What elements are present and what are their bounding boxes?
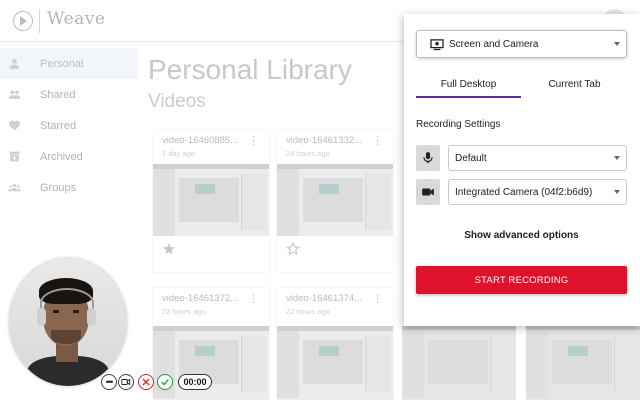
sidebar-item-archived[interactable]: Archived bbox=[0, 141, 138, 172]
video-date: 24 hours ago bbox=[286, 149, 330, 158]
cancel-icon[interactable] bbox=[138, 374, 154, 390]
video-thumbnail[interactable] bbox=[153, 164, 269, 236]
sidebar: Personal Shared Starred Archived Groups bbox=[0, 48, 138, 203]
video-thumbnail[interactable] bbox=[526, 326, 640, 400]
video-thumbnail[interactable] bbox=[277, 164, 393, 236]
video-title[interactable]: video-16461374... bbox=[286, 293, 362, 304]
more-horiz-icon[interactable]: ••• bbox=[101, 374, 117, 390]
logo-divider bbox=[39, 9, 40, 33]
video-thumbnail[interactable] bbox=[402, 326, 516, 400]
recording-mode-value: Screen and Camera bbox=[449, 38, 539, 50]
star-filled-icon[interactable] bbox=[162, 242, 176, 256]
video-thumbnail[interactable] bbox=[277, 326, 393, 400]
people-icon bbox=[8, 88, 21, 101]
groups-icon bbox=[8, 181, 21, 194]
chevron-down-icon bbox=[614, 190, 620, 194]
sidebar-item-label: Archived bbox=[40, 150, 83, 163]
sidebar-item-label: Shared bbox=[40, 88, 76, 101]
microphone-value: Default bbox=[455, 152, 487, 164]
archive-icon bbox=[8, 150, 21, 163]
star-outline-icon[interactable] bbox=[285, 241, 301, 256]
sidebar-item-personal[interactable]: Personal bbox=[0, 48, 138, 79]
app-logo-text[interactable]: Weave bbox=[47, 9, 105, 29]
tab-current-tab[interactable]: Current Tab bbox=[522, 74, 627, 98]
sidebar-item-groups[interactable]: Groups bbox=[0, 172, 138, 203]
page-title: Personal Library bbox=[148, 54, 352, 85]
microphone-select[interactable]: Default bbox=[448, 145, 627, 171]
person-icon bbox=[8, 57, 21, 70]
page-subtitle: Videos bbox=[148, 91, 206, 112]
sidebar-item-label: Starred bbox=[40, 119, 77, 132]
videocam-icon bbox=[416, 179, 440, 205]
camera-value: Integrated Camera (04f2:b6d9) bbox=[455, 186, 593, 198]
heart-icon bbox=[8, 119, 21, 132]
video-title[interactable]: video-16460885... bbox=[162, 135, 238, 146]
show-advanced-options-link[interactable]: Show advanced options bbox=[416, 230, 627, 241]
screen-camera-icon bbox=[430, 39, 444, 51]
more-vert-icon[interactable]: ⋮ bbox=[372, 294, 383, 305]
video-card[interactable]: video-16460885... 1 day ago ⋮ bbox=[153, 130, 269, 272]
video-title[interactable]: video-16461372... bbox=[162, 293, 238, 304]
sidebar-item-label: Personal bbox=[40, 57, 84, 70]
video-date: 22 hours ago bbox=[286, 307, 330, 316]
recording-popup: Screen and Camera Full Desktop Current T… bbox=[404, 14, 640, 326]
chevron-down-icon bbox=[614, 156, 620, 160]
webcam-preview[interactable] bbox=[9, 258, 127, 386]
recording-mode-select[interactable]: Screen and Camera bbox=[416, 30, 627, 58]
sidebar-item-shared[interactable]: Shared bbox=[0, 79, 138, 110]
video-card[interactable]: video-16461332... 24 hours ago ⋮ bbox=[277, 130, 393, 272]
start-recording-button[interactable]: START RECORDING bbox=[416, 266, 627, 294]
camera-toggle-icon[interactable] bbox=[118, 374, 134, 390]
more-vert-icon[interactable]: ⋮ bbox=[372, 136, 383, 147]
sidebar-item-starred[interactable]: Starred bbox=[0, 110, 138, 141]
video-card[interactable]: video-16461374... 22 hours ago ⋮ bbox=[277, 288, 393, 400]
video-date: 22 hours ago bbox=[162, 307, 206, 316]
chevron-down-icon bbox=[614, 42, 620, 46]
video-thumbnail[interactable] bbox=[153, 326, 269, 400]
video-date: 1 day ago bbox=[162, 149, 195, 158]
microphone-icon bbox=[416, 145, 440, 171]
sidebar-item-label: Groups bbox=[40, 181, 77, 194]
recording-settings-label: Recording Settings bbox=[416, 119, 501, 130]
more-vert-icon[interactable]: ⋮ bbox=[248, 294, 259, 305]
recording-timer: 00:00 bbox=[178, 374, 212, 390]
tab-full-desktop[interactable]: Full Desktop bbox=[416, 74, 521, 98]
video-title[interactable]: video-16461332... bbox=[286, 135, 362, 146]
capture-tabs: Full Desktop Current Tab bbox=[416, 74, 627, 98]
camera-select[interactable]: Integrated Camera (04f2:b6d9) bbox=[448, 179, 627, 205]
more-vert-icon[interactable]: ⋮ bbox=[248, 136, 259, 147]
check-icon[interactable] bbox=[157, 374, 173, 390]
play-logo-icon bbox=[13, 11, 33, 31]
